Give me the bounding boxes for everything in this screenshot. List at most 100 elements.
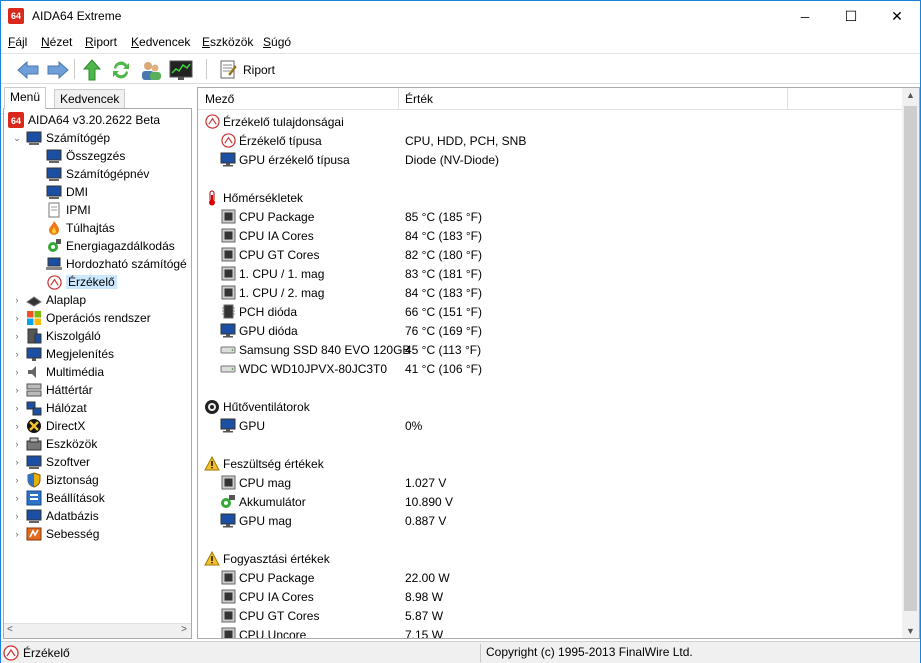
minimize-button[interactable]: ─ [782,1,828,32]
sensor-row[interactable]: GPU mag [220,511,292,530]
expand-arrow-icon[interactable]: › [12,363,22,381]
sensor-row[interactable]: CPU IA Cores [220,226,314,245]
monitor-button[interactable] [168,57,194,83]
sensor-value: 66 °C (151 °F) [405,304,482,319]
scroll-left-icon[interactable]: < [7,624,13,635]
tree-item[interactable]: Beállítások [26,489,105,507]
sensor-row[interactable]: Akkumulátor [220,492,306,511]
sensor-row[interactable]: CPU mag [220,473,291,492]
tree-root[interactable]: 64 AIDA64 v3.20.2622 Beta [8,111,160,129]
user-button[interactable] [138,57,164,83]
tree-item-computer-child[interactable]: Hordozható számítógé [46,255,187,273]
tree-item[interactable]: Sebesség [26,525,99,543]
menu-report[interactable]: Riport [85,35,117,49]
sensor-row[interactable]: WDC WD10JPVX-80JC3T0 [220,359,387,378]
collapse-arrow-icon[interactable]: ⌄ [12,129,22,147]
close-button[interactable]: ✕ [874,1,920,32]
scroll-down-icon[interactable]: ▼ [906,626,915,636]
sensor-row[interactable]: Érzékelő típusa [220,131,322,150]
sensor-row[interactable]: Samsung SSD 840 EVO 120GB [220,340,410,359]
sensor-row[interactable]: GPU dióda [220,321,298,340]
tree-item[interactable]: Hálózat [26,399,87,417]
tree-item-computer-child[interactable]: Érzékelő [46,273,117,291]
horizontal-scrollbar[interactable]: < > [4,623,191,638]
vertical-scrollbar[interactable]: ▲ ▼ [902,88,919,638]
window-title: AIDA64 Extreme [32,9,122,23]
expand-arrow-icon[interactable]: › [12,471,22,489]
forward-button[interactable] [45,57,71,83]
expand-arrow-icon[interactable]: › [12,381,22,399]
sensor-row[interactable]: CPU IA Cores [220,587,314,606]
sensor-row[interactable]: CPU Package [220,568,314,587]
section-header[interactable]: Feszültség értékek [204,454,324,473]
maximize-icon: ☐ [844,8,858,24]
section-header[interactable]: Érzékelő tulajdonságai [204,112,344,131]
section-header[interactable]: Hűtőventilátorok [204,397,310,416]
tree-item[interactable]: Alaplap [26,291,86,309]
maximize-button[interactable]: ☐ [828,1,874,32]
expand-arrow-icon[interactable]: › [12,417,22,435]
back-button[interactable] [15,57,41,83]
up-button[interactable] [79,57,105,83]
tree-item-computer-child[interactable]: Energiagazdálkodás [46,237,175,255]
battery-icon [220,494,236,510]
refresh-button[interactable] [108,57,134,83]
tree-item-computer-child[interactable]: Számítógépnév [46,165,149,183]
expand-arrow-icon[interactable]: › [12,525,22,543]
tab-favorites[interactable]: Kedvencek [54,89,126,109]
tree-item[interactable]: Kiszolgáló [26,327,101,345]
tree-item[interactable]: Operációs rendszer [26,309,151,327]
tree-item[interactable]: Multimédia [26,363,104,381]
scroll-up-icon[interactable]: ▲ [906,90,915,100]
column-field[interactable]: Mező [205,92,234,106]
expand-arrow-icon[interactable]: › [12,453,22,471]
sensor-row[interactable]: PCH dióda [220,302,297,321]
tree-item-computer-child[interactable]: Túlhajtás [46,219,115,237]
expand-arrow-icon[interactable]: › [12,489,22,507]
tree-item[interactable]: DirectX [26,417,85,435]
tree-item[interactable]: Adatbázis [26,507,99,525]
menu-help[interactable]: Súgó [263,35,291,49]
tree-item[interactable]: Eszközök [26,435,97,453]
section-header[interactable]: Fogyasztási értékek [204,549,330,568]
sensor-row[interactable]: CPU GT Cores [220,245,319,264]
tree-item[interactable]: Biztonság [26,471,99,489]
tree-item-computer[interactable]: Számítógép [26,129,110,147]
menu-tools[interactable]: Eszközök [202,35,253,49]
expand-arrow-icon[interactable]: › [12,309,22,327]
scroll-thumb[interactable] [904,106,917,611]
menu-view[interactable]: Nézet [41,35,72,49]
tree-item-label: Kiszolgáló [46,329,101,343]
sensor-row[interactable]: GPU [220,416,265,435]
tree-item[interactable]: Megjelenítés [26,345,114,363]
tree-item-label: DMI [66,185,88,199]
menu-file[interactable]: Fájl [8,35,27,49]
menu-favorites[interactable]: Kedvencek [131,35,190,49]
sensor-row[interactable]: 1. CPU / 1. mag [220,264,324,283]
app-icon: 64 [8,8,24,24]
section-header[interactable]: Hőmérsékletek [204,188,303,207]
expand-arrow-icon[interactable]: › [12,435,22,453]
tree-item[interactable]: Szoftver [26,453,90,471]
sensor-row[interactable]: CPU Package [220,207,314,226]
sensor-field: CPU GT Cores [239,608,320,623]
tree-item-computer-child[interactable]: IPMI [46,201,91,219]
expand-arrow-icon[interactable]: › [12,345,22,363]
sensor-row[interactable]: CPU Uncore [220,625,306,638]
tree-item-label: Megjelenítés [46,347,115,361]
column-value[interactable]: Érték [405,92,433,106]
sensor-row[interactable]: CPU GT Cores [220,606,319,625]
minimize-icon: ─ [800,9,810,24]
tree-item-computer-child[interactable]: Összegzés [46,147,125,165]
expand-arrow-icon[interactable]: › [12,399,22,417]
tab-menu[interactable]: Menü [4,87,47,109]
expand-arrow-icon[interactable]: › [12,507,22,525]
scroll-right-icon[interactable]: > [181,624,187,635]
tree-item[interactable]: Háttértár [26,381,93,399]
report-button[interactable]: Riport [215,58,279,82]
tree-item-computer-child[interactable]: DMI [46,183,88,201]
sensor-row[interactable]: 1. CPU / 2. mag [220,283,324,302]
expand-arrow-icon[interactable]: › [12,327,22,345]
expand-arrow-icon[interactable]: › [12,291,22,309]
sensor-row[interactable]: GPU érzékelő típusa [220,150,350,169]
